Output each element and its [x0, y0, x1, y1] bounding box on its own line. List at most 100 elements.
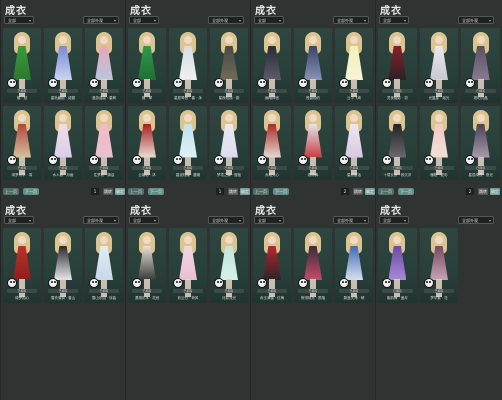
appearance-filter-dropdown[interactable]: 全部外观 ▾: [333, 16, 369, 24]
confirm-button[interactable]: 确定: [365, 188, 375, 195]
next-page-button[interactable]: 下一页: [148, 188, 164, 195]
outfit-name: 赤焰天心: [265, 173, 279, 177]
category-filter-dropdown[interactable]: 全部 ▾: [379, 16, 409, 24]
appearance-filter-dropdown[interactable]: 全部外观 ▾: [208, 216, 244, 224]
outfit-card[interactable]: 已拥有 蔚蓝天海 · 晴: [335, 228, 373, 303]
appearance-filter-value: 全部外观: [87, 18, 103, 23]
outfit-card[interactable]: 已拥有 十载长夜 · 寂沉浮: [378, 105, 417, 180]
face: [268, 36, 276, 44]
confirm-button[interactable]: 确定: [490, 188, 500, 195]
appearance-filter-dropdown[interactable]: 全部外观 ▾: [333, 216, 369, 224]
category-filter-dropdown[interactable]: 全部 ▾: [254, 216, 284, 224]
empty-slot: [461, 306, 500, 381]
panda-icon: [298, 77, 308, 88]
outfit-card[interactable]: 已拥有 缥缈舞: [294, 105, 332, 180]
outfit-card[interactable]: 已拥有 星辰童话: [335, 105, 373, 180]
outfit-card[interactable]: 已拥有 星辰绮夜 · 夜光: [461, 105, 500, 180]
prev-page-button[interactable]: 上一页: [378, 188, 394, 195]
jump-button[interactable]: 跳转: [228, 188, 238, 195]
outfit-name: 星愿琴音 · 奏 · 永: [174, 95, 202, 100]
outfit-card[interactable]: 已拥有 月影流光: [210, 228, 248, 303]
prev-page-button[interactable]: 上一页: [253, 188, 269, 195]
face: [143, 236, 151, 244]
outfit-card[interactable]: 已拥有 幽暗神宫: [253, 28, 291, 103]
category-filter-dropdown[interactable]: 全部 ▾: [379, 216, 409, 224]
owned-badge: 已拥有: [257, 88, 287, 93]
category-filter-dropdown[interactable]: 全部 ▾: [4, 216, 34, 224]
appearance-filter-value: 全部外观: [337, 218, 353, 223]
chevron-down-icon: ▾: [238, 18, 241, 23]
outfit-card[interactable]: 已拥有 漫游谣曲 · 星眸: [85, 28, 123, 103]
next-page-button[interactable]: 下一页: [23, 188, 39, 195]
confirm-button[interactable]: 确定: [240, 188, 250, 195]
outfit-card[interactable]: 已拥有 梦境之舞 · 慢板: [210, 105, 248, 180]
jump-button[interactable]: 跳转: [353, 188, 363, 195]
panda-icon: [173, 77, 183, 88]
category-filter-dropdown[interactable]: 全部 ▾: [129, 16, 159, 24]
outfit-card[interactable]: 已拥有 紫韵梅 · 遥月: [378, 228, 417, 303]
category-filter-dropdown[interactable]: 全部 ▾: [129, 216, 159, 224]
face: [100, 36, 108, 44]
outfit-card[interactable]: 已拥有 碧波轻漾 · 晨曦: [169, 105, 207, 180]
outfit-card[interactable]: 已拥有 绮梦月华 · 宵: [3, 105, 41, 180]
outfit-name: 蔚蓝天海 · 晴: [343, 295, 365, 300]
outfit-grid: 已拥有 蝶 · 翠 已拥有 星愿琴音 · 奏 · 永 已拥有 星夜轻描 · 韵: [128, 28, 248, 180]
page-number-input[interactable]: 1: [216, 188, 224, 195]
confirm-button[interactable]: 确定: [115, 188, 125, 195]
outfit-card[interactable]: 已拥有 云中飞鸢: [335, 28, 373, 103]
page-number-input[interactable]: 2: [341, 188, 349, 195]
appearance-filter-dropdown[interactable]: 全部外观 ▾: [83, 16, 119, 24]
outfit-card[interactable]: 已拥有 赤玉满楼 · 红梅: [253, 228, 291, 303]
panda-icon: [7, 277, 17, 288]
appearance-filter-dropdown[interactable]: 全部外观 ▾: [458, 16, 494, 24]
outfit-card[interactable]: 已拥有 雪衣清漪 · 春山: [44, 228, 82, 303]
wardrobe-panel: 成衣 全部 ▾ 全部外观 ▾ 已拥有 赤玉满楼 · 红梅 已拥有 夜翎琉光 · …: [250, 200, 375, 400]
owned-badge: 已拥有: [214, 166, 244, 170]
outfit-card[interactable]: 已拥有 住梦初 · 情话: [85, 105, 123, 180]
empty-slot: [169, 306, 207, 381]
next-page-button[interactable]: 下一页: [273, 188, 289, 195]
outfit-card[interactable]: 已拥有 云裳彩 · 沐: [128, 105, 166, 180]
outfit-card[interactable]: 已拥有 星夜轻描 · 韵: [210, 28, 248, 103]
outfit-name: 琥珀沉晶: [473, 95, 488, 100]
outfit-card[interactable]: 已拥有 夜翎琉光 · 陨落: [294, 228, 332, 303]
next-page-button[interactable]: 下一页: [398, 188, 414, 195]
prev-page-button[interactable]: 上一页: [3, 188, 19, 195]
face: [184, 113, 192, 122]
outfit-card[interactable]: 已拥有 绮罗相心: [3, 228, 41, 303]
outfit-card[interactable]: 已拥有 星轨翩跹 · 绒翅: [44, 28, 82, 103]
appearance-filter-dropdown[interactable]: 全部外观 ▾: [208, 16, 244, 24]
outfit-card[interactable]: 已拥有 蝶 · 翠: [128, 28, 166, 103]
outfit-card[interactable]: 已拥有 潇湘花水 · 花冠: [128, 228, 166, 303]
face: [184, 236, 192, 244]
chevron-down-icon: ▾: [113, 218, 116, 223]
outfit-card[interactable]: 已拥有 灵夜幽影 · 初: [378, 28, 417, 103]
outfit-card[interactable]: 已拥有 赤焰天心: [253, 105, 291, 180]
category-filter-dropdown[interactable]: 全部 ▾: [254, 16, 284, 24]
outfit-card[interactable]: 已拥有 暖阳 · 夏彩: [419, 105, 459, 180]
outfit-card[interactable]: 已拥有 光翼星 · 瑶光: [419, 28, 459, 103]
outfit-card[interactable]: 已拥有 蝶 · 冠: [3, 28, 41, 103]
outfit-card[interactable]: 已拥有 怪诞相约: [294, 28, 332, 103]
wardrobe-panel: 成衣 全部 ▾ 全部外观 ▾ 已拥有 紫韵梅 · 遥月 已拥有 梦华紫 · 花: [375, 200, 502, 400]
outfit-name: 缥缈舞: [307, 173, 319, 177]
jump-button[interactable]: 跳转: [103, 188, 113, 195]
appearance-filter-dropdown[interactable]: 全部外观 ▾: [83, 216, 119, 224]
face: [350, 113, 358, 122]
chevron-down-icon: ▾: [488, 18, 491, 23]
category-filter-dropdown[interactable]: 全部 ▾: [4, 16, 34, 24]
outfit-card[interactable]: 已拥有 琥珀沉晶: [461, 28, 500, 103]
outfit-card[interactable]: 已拥有 彩云归 · 荷风: [169, 228, 207, 303]
wardrobe-panel: 成衣 全部 ▾ 全部外观 ▾ 已拥有 蝶 · 冠 已拥有 星轨翩跹 · 绒翅 已…: [0, 0, 125, 200]
page-number-input[interactable]: 1: [91, 188, 99, 195]
appearance-filter-dropdown[interactable]: 全部外观 ▾: [458, 216, 494, 224]
prev-page-button[interactable]: 上一页: [128, 188, 144, 195]
page-number-input[interactable]: 2: [466, 188, 474, 195]
outfit-name: 雪衣清漪 · 春山: [50, 295, 76, 300]
outfit-card[interactable]: 已拥有 星愿琴音 · 奏 · 永: [169, 28, 207, 103]
outfit-card[interactable]: 已拥有 梦华紫 · 花: [419, 228, 459, 303]
jump-button[interactable]: 跳转: [478, 188, 488, 195]
outfit-card[interactable]: 已拥有 水人雅 · 月画: [44, 105, 82, 180]
outfit-card[interactable]: 已拥有 雪山乐园 · 序曲: [85, 228, 123, 303]
owned-badge: 已拥有: [382, 166, 413, 170]
